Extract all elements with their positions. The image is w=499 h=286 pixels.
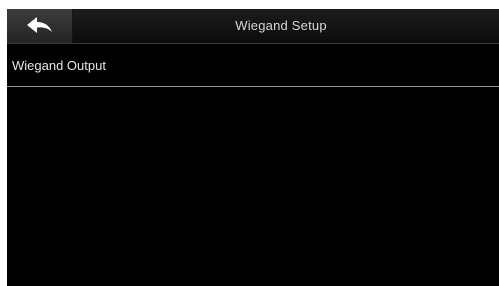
title-bar: Wiegand Setup: [7, 9, 499, 44]
device-screen: Wiegand Setup Wiegand Output: [7, 9, 499, 286]
menu-item-wiegand-output[interactable]: Wiegand Output: [7, 44, 499, 87]
back-arrow-icon: [27, 17, 52, 33]
back-button[interactable]: [7, 9, 73, 43]
page-title: Wiegand Setup: [235, 18, 327, 33]
menu-item-label: Wiegand Output: [12, 58, 106, 73]
